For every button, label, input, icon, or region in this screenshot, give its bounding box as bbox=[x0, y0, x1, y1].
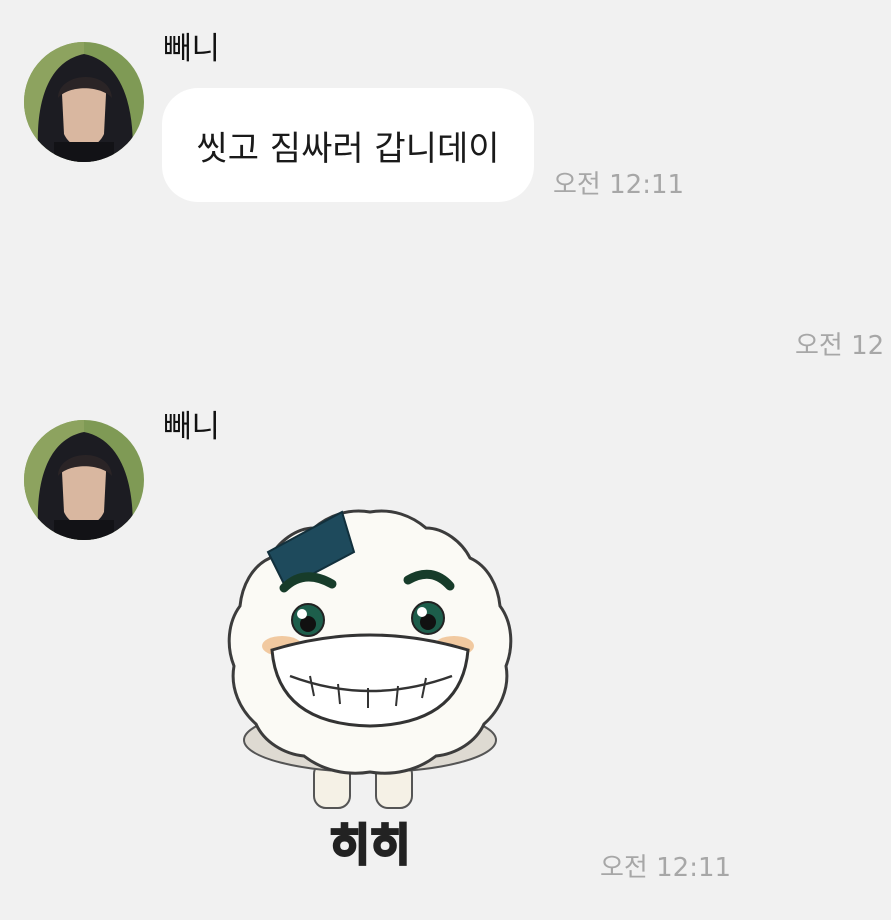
sender-name: 빼니 bbox=[163, 31, 221, 67]
sender-avatar[interactable] bbox=[24, 420, 144, 540]
message-bubble[interactable]: 씻고 짐싸러 갑니데이 bbox=[162, 88, 534, 202]
sticker-caption: 히히 bbox=[330, 820, 411, 871]
message-timestamp: 오전 12 bbox=[795, 331, 885, 361]
message-timestamp: 오전 12:11 bbox=[553, 170, 685, 200]
smiling-rice-ball-sticker[interactable]: 히히 bbox=[222, 500, 522, 880]
message-text: 씻고 짐싸러 갑니데이 bbox=[196, 128, 500, 169]
message-timestamp: 오전 12:11 bbox=[600, 853, 732, 883]
sender-name: 빼니 bbox=[163, 409, 221, 445]
sender-avatar[interactable] bbox=[24, 42, 144, 162]
